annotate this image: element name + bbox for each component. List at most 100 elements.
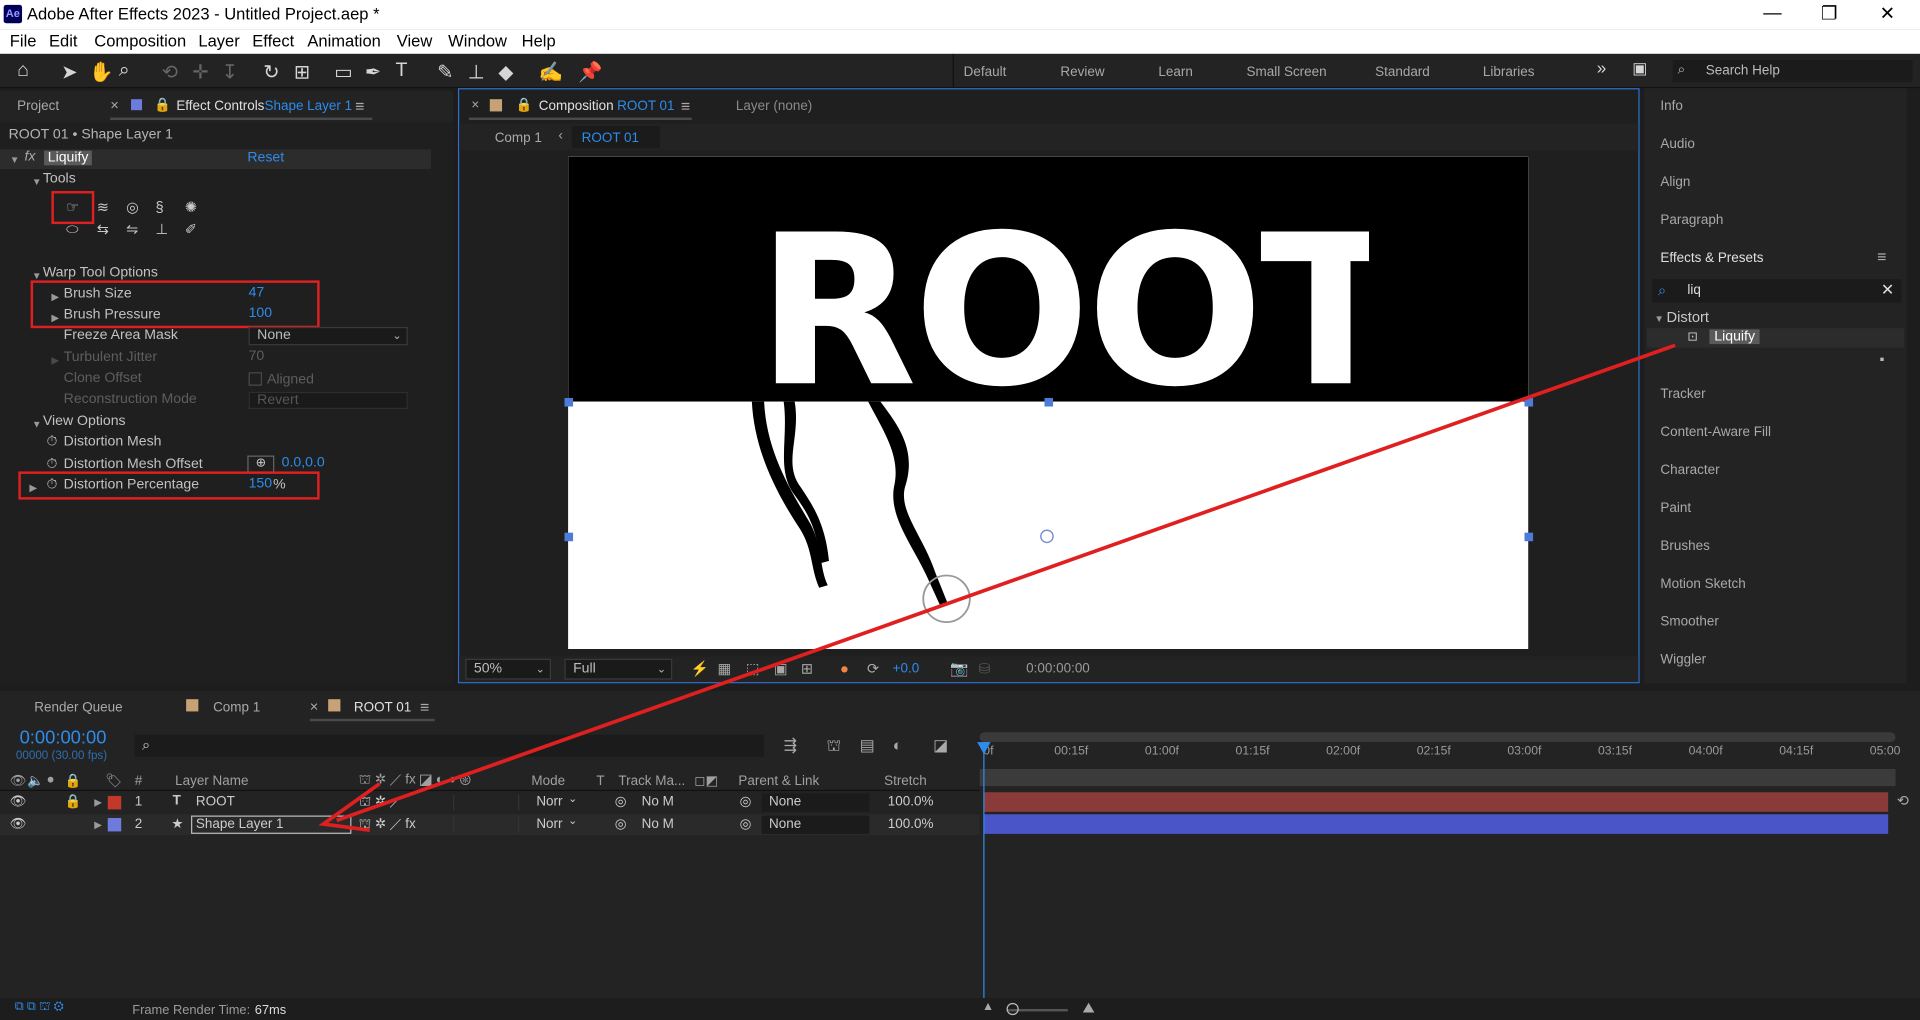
layer-bar-root[interactable] [984,792,1889,812]
layout-icon[interactable]: ▣ [1632,59,1647,79]
type-tool-icon[interactable]: T [396,60,408,82]
track-matte-icon[interactable]: ◎ [615,793,627,810]
workspace-learn[interactable]: Learn [1158,65,1192,80]
turbulence-tool-icon[interactable]: ≋ [97,198,109,215]
tab-root01[interactable]: ROOT 01 [354,700,411,715]
pan-behind-tool-icon[interactable]: ⊞ [294,60,310,84]
zoom-tool-icon[interactable]: ⌕ [119,60,130,82]
workspace-default[interactable]: Default [964,65,1007,80]
transform-handle[interactable] [1524,397,1534,407]
mask-visibility-icon[interactable]: ⬚ [746,660,760,677]
transform-handle[interactable] [1044,397,1054,407]
transform-handle[interactable] [564,532,574,542]
layer-parent[interactable]: None [769,817,801,832]
tab-render-queue[interactable]: Render Queue [34,700,122,715]
transform-handle[interactable] [1524,532,1534,542]
roto-brush-tool-icon[interactable]: ✍ [539,60,563,84]
workspace-review[interactable]: Review [1060,65,1104,80]
minimize-icon[interactable]: — [1763,2,1781,23]
panel-paint[interactable]: Paint [1660,501,1691,516]
layer-name[interactable]: Shape Layer 1 [196,817,284,832]
chevron-down-icon[interactable]: ⌄ [568,814,577,827]
show-snapshot-icon[interactable]: ⛁ [978,660,990,677]
twirl-ccw-tool-icon[interactable]: § [156,198,164,215]
turbulent-expand-icon[interactable]: ▶ [51,355,59,366]
video-switch-icon[interactable]: 👁 [10,773,27,789]
stopwatch-icon[interactable]: ⏱ [47,435,58,451]
pucker-tool-icon[interactable]: ✺ [185,198,197,215]
track-matte-icon[interactable]: ◎ [615,816,627,832]
tab-comp1[interactable]: Comp 1 [213,700,260,715]
reset-link[interactable]: Reset [247,151,284,166]
layer-label-color[interactable] [107,795,122,810]
close-tab-icon[interactable]: × [471,98,479,113]
tab-layer-none[interactable]: Layer (none) [736,99,812,114]
reconstruction-tool-icon[interactable]: ✐ [185,220,197,237]
lock-icon[interactable]: 🔒 [65,793,82,810]
expand-layer-icon[interactable]: ▶ [94,797,102,808]
panel-paragraph[interactable]: Paragraph [1660,213,1723,228]
effect-name[interactable]: Liquify [44,150,93,166]
close-tab-icon[interactable]: × [310,698,319,715]
layer-label-color[interactable] [107,817,122,832]
panel-menu-icon[interactable]: ≡ [420,698,429,716]
tab-comp-name[interactable]: ROOT 01 [617,99,674,114]
clear-search-icon[interactable]: ✕ [1881,280,1894,300]
distortion-mesh-offset-value[interactable]: 0.0,0.0 [282,456,325,471]
region-of-interest-icon[interactable]: ▣ [774,660,788,677]
frame-blending-icon[interactable]: ◐ [893,736,903,754]
panel-smoother[interactable]: Smoother [1660,615,1718,630]
solo-switch-icon[interactable]: ● [47,773,55,788]
switch-cells[interactable] [453,794,520,811]
rectangle-tool-icon[interactable]: ▭ [334,60,353,84]
chevron-down-icon[interactable]: ⌄ [568,792,577,805]
hand-tool-icon[interactable]: ✋ [89,60,113,84]
grid-guides-icon[interactable]: ⊞ [801,660,813,677]
exposure-value[interactable]: +0.0 [893,661,920,676]
menu-help[interactable]: Help [522,32,556,50]
resolution-dropdown[interactable]: Full ⌄ [564,658,673,680]
channel-icon[interactable]: ● [840,660,849,677]
category-distort[interactable]: Distort [1667,309,1709,326]
switch-cells[interactable] [453,816,520,833]
panel-menu-icon[interactable]: ≡ [1877,247,1886,265]
layer-mode[interactable]: Norr [536,795,562,810]
brush-tool-icon[interactable]: ✎ [437,60,453,84]
eraser-tool-icon[interactable]: ◆ [498,60,513,84]
home-icon[interactable]: ⌂ [17,60,29,82]
lock-icon[interactable]: 🔒 [516,97,533,113]
reconstruction-mode-dropdown[interactable]: Revert [248,391,408,409]
panel-content-aware-fill[interactable]: Content-Aware Fill [1660,425,1771,440]
zoom-in-icon[interactable]: ⛰ [1082,999,1094,1017]
lock-switch-icon[interactable]: 🔒 [65,773,82,789]
more-workspaces-icon[interactable]: » [1597,58,1607,78]
workspace-libraries[interactable]: Libraries [1483,65,1535,80]
distort-collapse-icon[interactable]: ▼ [1654,313,1664,324]
fast-previews-icon[interactable]: ⚡ [691,660,709,677]
effect-collapse-icon[interactable]: ▼ [10,154,20,165]
selection-tool-icon[interactable]: ➤ [61,60,77,84]
layer-switch-icons[interactable]: ⛫ ✲ ⟋ [359,793,402,811]
layer-parent[interactable]: None [769,795,801,810]
close-icon[interactable]: ✕ [1880,2,1895,25]
transparency-grid-icon[interactable]: ▦ [718,660,732,677]
menu-layer[interactable]: Layer [198,32,239,50]
freeze-mask-dropdown[interactable]: None ⌄ [248,326,408,346]
expand-layer-icon[interactable]: ▶ [94,819,102,830]
layer-switch-icons[interactable]: ⛫ ✲ ⟋ fx [359,816,416,834]
puppet-pin-tool-icon[interactable]: 📌 [578,60,602,84]
layer-track-matte[interactable]: No M [642,795,674,810]
header-parent-link[interactable]: Parent & Link [738,774,819,789]
menu-window[interactable]: Window [448,32,507,50]
rotation-tool-icon[interactable]: ↻ [263,60,279,84]
layer-name[interactable]: ROOT [196,795,235,810]
breadcrumb-comp1[interactable]: Comp 1 [495,131,542,146]
label-tag-icon[interactable]: 🏷 [105,773,122,789]
comp-timecode[interactable]: 0:00:00:00 [1026,661,1090,676]
status-icons[interactable]: ⧉ ⧉ ⛫ ⚙ [15,1000,64,1016]
tab-effect-layer[interactable]: Shape Layer 1 [264,99,352,114]
crosshair-icon[interactable]: ⊕ [247,455,275,473]
motion-blur-icon[interactable]: ◪ [933,736,948,756]
zoom-out-icon[interactable]: ▲ [982,1000,994,1013]
draft-3d-icon[interactable]: ⛫ [827,736,842,758]
